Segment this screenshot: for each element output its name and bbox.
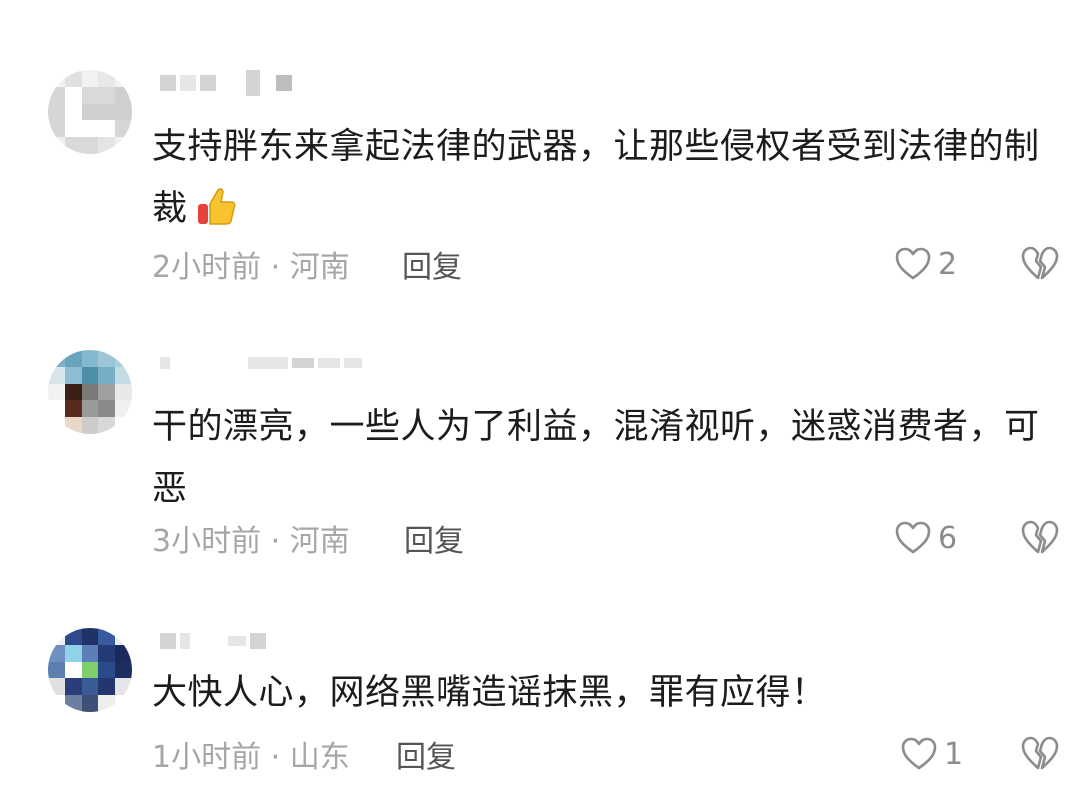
pixel-block <box>248 357 288 369</box>
dislike-button[interactable] <box>1020 244 1062 284</box>
comment-text: 大快人心，网络黑嘴造谣抹黑，罪有应得！ <box>152 673 827 713</box>
username-pixelated[interactable] <box>160 626 266 656</box>
broken-heart-icon <box>1021 520 1059 554</box>
comment-text: 支持胖东来拿起法律的武器，让那些侵权者受到法律的制裁 <box>152 127 1040 229</box>
pixel-block <box>180 75 196 91</box>
pixel-block <box>318 358 340 368</box>
pixel-block <box>246 70 260 96</box>
avatar[interactable] <box>48 628 132 712</box>
comment-meta: 2小时前 · 河南 <box>152 250 350 285</box>
pixel-block <box>292 358 314 368</box>
comment-meta: 3小时前 · 河南 <box>152 524 350 559</box>
like-count: 6 <box>938 520 958 556</box>
dislike-button[interactable] <box>1020 518 1062 558</box>
heart-outline-icon <box>901 737 937 770</box>
like-count: 2 <box>938 246 958 282</box>
heart-outline-icon <box>895 247 931 280</box>
avatar[interactable] <box>48 70 132 154</box>
pixel-block <box>200 75 216 91</box>
heart-outline-icon <box>895 521 931 554</box>
pixel-block <box>160 357 170 369</box>
pixel-block <box>250 633 266 649</box>
pixel-block <box>174 355 244 371</box>
pixel-block <box>220 75 242 91</box>
comment-text: 干的漂亮，一些人为了利益，混淆视听，迷惑消费者，可恶 <box>152 407 1040 509</box>
like-count: 1 <box>944 736 964 772</box>
pixel-block <box>160 75 176 91</box>
broken-heart-icon <box>1021 736 1059 770</box>
pixel-block <box>344 358 362 368</box>
reply-button[interactable]: 回复 <box>396 734 456 775</box>
avatar[interactable] <box>48 350 132 434</box>
pixel-block <box>194 633 224 649</box>
pixel-block <box>228 636 246 646</box>
thumbs-up-emoji-icon <box>194 184 238 228</box>
reply-button[interactable]: 回复 <box>402 244 462 285</box>
pixel-block <box>160 633 176 649</box>
pixel-block <box>180 633 190 649</box>
like-button[interactable]: 6 <box>894 518 957 558</box>
broken-heart-icon <box>1021 246 1059 280</box>
username-pixelated[interactable] <box>160 68 292 98</box>
dislike-button[interactable] <box>1020 734 1062 774</box>
like-button[interactable]: 2 <box>894 244 957 284</box>
reply-button[interactable]: 回复 <box>404 518 464 559</box>
username-pixelated[interactable] <box>160 348 362 378</box>
comment-meta: 1小时前 · 山东 <box>152 740 350 775</box>
pixel-block <box>264 75 272 91</box>
like-button[interactable]: 1 <box>900 734 963 774</box>
pixel-block <box>276 75 292 91</box>
